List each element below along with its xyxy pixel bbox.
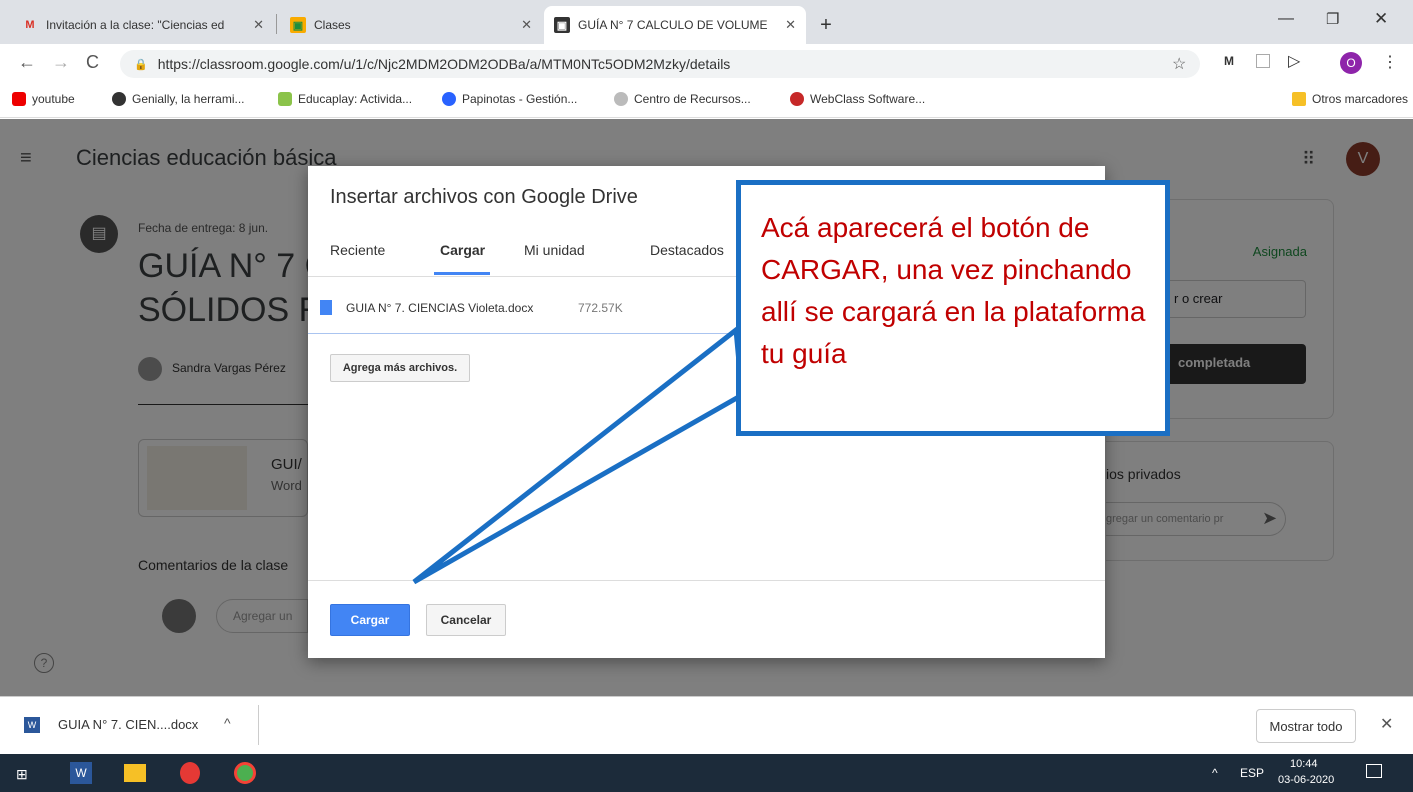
- show-all-button[interactable]: Mostrar todo: [1256, 709, 1356, 743]
- divider: [258, 705, 259, 745]
- word-app-icon[interactable]: W: [70, 762, 92, 784]
- close-icon[interactable]: ✕: [1380, 714, 1393, 734]
- word-file-icon: W: [24, 717, 40, 733]
- file-explorer-icon[interactable]: [124, 764, 146, 782]
- notification-icon[interactable]: [1366, 764, 1382, 778]
- clock-time[interactable]: 10:44: [1290, 758, 1318, 770]
- windows-taskbar: ⊞ W ^ ESP 10:44 03-06-2020: [0, 754, 1413, 792]
- chrome-icon[interactable]: [234, 762, 256, 784]
- clock-date[interactable]: 03-06-2020: [1278, 774, 1334, 786]
- callout-text: Acá aparecerá el botón de CARGAR, una ve…: [761, 212, 1146, 369]
- download-bar: W GUIA N° 7. CIEN....docx ^ Mostrar todo…: [0, 696, 1413, 754]
- download-file-name[interactable]: GUIA N° 7. CIEN....docx: [58, 717, 198, 732]
- app-icon[interactable]: [180, 762, 200, 784]
- annotation-callout: Acá aparecerá el botón de CARGAR, una ve…: [736, 180, 1170, 436]
- chevron-up-icon[interactable]: ^: [224, 715, 231, 731]
- windows-start-icon[interactable]: ⊞: [16, 766, 28, 783]
- language-indicator[interactable]: ESP: [1240, 766, 1264, 780]
- callout-pointer: [412, 325, 745, 585]
- tray-chevron-icon[interactable]: ^: [1212, 766, 1218, 780]
